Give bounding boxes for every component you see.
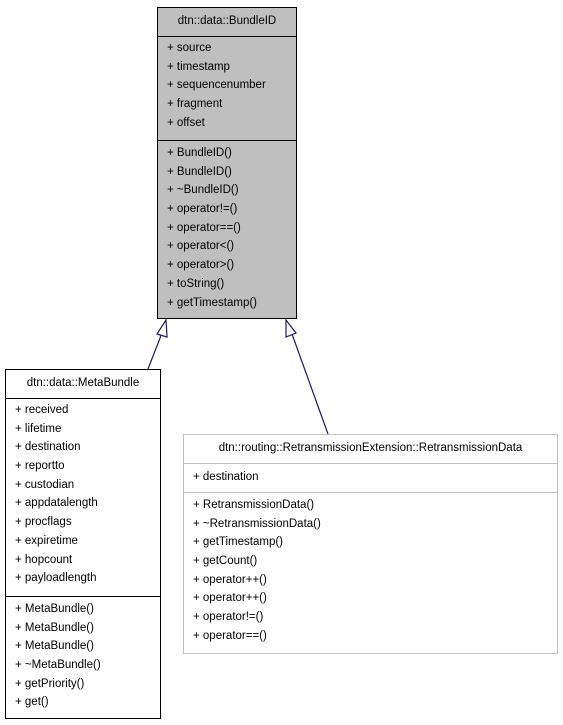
attribute: + reportto [15, 460, 65, 473]
attributes-section: + destination [184, 464, 557, 493]
attribute: + custodian [15, 478, 75, 491]
class-box-retransmissiondata[interactable]: dtn::routing::RetransmissionExtension::R… [183, 434, 558, 654]
attribute: + sequencenumber [167, 79, 266, 92]
attributes-section: + source + timestamp + sequencenumber + … [158, 37, 296, 141]
attribute: + offset [167, 116, 205, 129]
attribute: + source [167, 42, 212, 54]
attribute: + hopcount [15, 553, 73, 566]
class-box-metabundle[interactable]: dtn::data::MetaBundle + received + lifet… [5, 369, 161, 719]
edge-retransmissiondata-to-bundleid [285, 318, 329, 435]
attribute: + procflags [15, 516, 72, 529]
attribute: + lifetime [15, 422, 62, 435]
class-name: dtn::routing::RetransmissionExtension::R… [184, 435, 557, 464]
operation: + getTimestamp() [167, 296, 258, 309]
operation: + toString() [167, 277, 225, 290]
attribute: + appdatalength [15, 497, 98, 510]
operations-section: + RetransmissionData() + ~Retransmission… [184, 493, 557, 646]
class-name: dtn::data::MetaBundle [6, 370, 160, 399]
operation: + operator<() [167, 240, 235, 253]
operation: + ~RetransmissionData() [193, 517, 321, 530]
inheritance-arrowhead [285, 318, 297, 338]
attribute: + received [15, 404, 69, 416]
operation: + ~MetaBundle() [15, 659, 101, 672]
operation: + MetaBundle() [15, 621, 94, 634]
operation: + MetaBundle() [15, 640, 94, 653]
attribute: + payloadlength [15, 572, 97, 585]
operation: + operator++() [193, 573, 267, 586]
operation: + getTimestamp() [193, 536, 284, 549]
operation: + operator==() [167, 221, 241, 234]
inheritance-arrowhead [156, 318, 168, 338]
operation: + MetaBundle() [15, 603, 94, 615]
operations-section: + MetaBundle() + MetaBundle() + MetaBund… [6, 597, 160, 712]
operation: + getPriority() [15, 677, 85, 690]
attributes-section: + received + lifetime + destination + re… [6, 399, 160, 597]
operation: + ~BundleID() [167, 184, 239, 197]
attribute: + timestamp [167, 60, 230, 73]
operation: + operator>() [167, 259, 235, 272]
operation: + operator!=() [193, 611, 264, 624]
operation: + BundleID() [167, 147, 232, 159]
operation: + BundleID() [167, 165, 232, 178]
operation: + operator++() [193, 592, 267, 605]
attribute: + fragment [167, 98, 223, 111]
operation: + operator==() [193, 629, 267, 642]
attribute: + destination [15, 441, 81, 454]
attribute: + expiretime [15, 534, 78, 547]
class-box-bundleid[interactable]: dtn::data::BundleID + source + timestamp… [157, 7, 297, 319]
operation: + get() [15, 696, 49, 709]
operation: + getCount() [193, 555, 258, 568]
operation: + operator!=() [167, 203, 238, 216]
edge-metabundle-to-bundleid [147, 318, 168, 370]
class-name: dtn::data::BundleID [158, 8, 296, 37]
operation: + RetransmissionData() [193, 499, 315, 511]
attribute: + destination [193, 471, 259, 483]
operations-section: + BundleID() + BundleID() + ~BundleID() … [158, 141, 296, 312]
